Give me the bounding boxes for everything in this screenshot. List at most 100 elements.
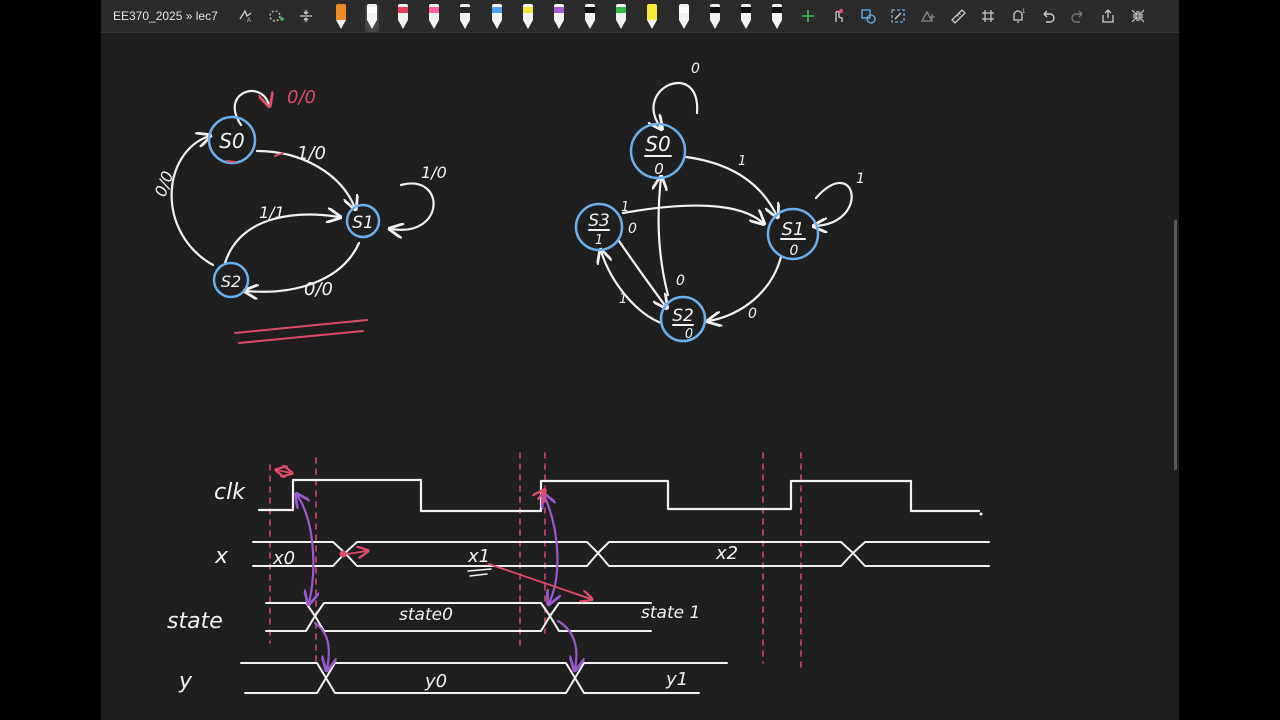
lasso-select-icon[interactable]: A: [235, 5, 257, 27]
state-label: S2: [221, 272, 241, 291]
pen-palette: [325, 0, 793, 32]
dark-pen-icon[interactable]: [458, 4, 472, 32]
edge-label: 0: [628, 221, 637, 237]
state-output: 0: [685, 327, 693, 342]
bus-value: x1: [467, 546, 490, 567]
pink-arrow: [346, 551, 367, 554]
pink-arrow: [488, 563, 591, 599]
state-node: S2: [212, 261, 250, 299]
y-bus: [240, 662, 728, 694]
edge-label: 1: [856, 171, 865, 187]
state-output: 0: [654, 160, 664, 178]
underline: [467, 568, 492, 577]
state-output: 1: [595, 233, 603, 248]
pink-underline: [234, 319, 368, 344]
white-pen-icon[interactable]: [364, 4, 379, 32]
notification-icon[interactable]: 1: [1007, 5, 1029, 27]
blue-pen-icon[interactable]: [490, 4, 504, 32]
state-label: S3: [588, 211, 610, 231]
draw-toolbar: EE370_2025 » lec7 A 1: [101, 0, 1179, 33]
edge-label: 1/0: [297, 143, 326, 164]
touch-write-icon[interactable]: [827, 5, 849, 27]
edge-s1-self: [391, 182, 435, 230]
moore-state-diagram: S0 0 S1 0 S2 0 S3 1 0 1 1 1 0 0 1 0: [574, 61, 865, 343]
state-node: S0 0: [629, 122, 687, 180]
edge-s1-s2: [246, 241, 361, 292]
ruler-icon[interactable]: [947, 5, 969, 27]
state-output: 0: [790, 243, 799, 259]
orange-highlighter-icon[interactable]: [334, 4, 348, 32]
causal-arrow: [297, 495, 313, 603]
pen-dot: [979, 512, 983, 516]
state-node: S1: [345, 203, 381, 239]
causal-arrow: [556, 619, 576, 669]
clk-wave: [257, 478, 981, 513]
state-label: S1: [352, 213, 374, 233]
yellow-highlighter-icon[interactable]: [645, 4, 659, 32]
edge-label: 0/0: [287, 87, 316, 108]
bus-value: y0: [424, 671, 447, 692]
undo-icon[interactable]: [1037, 5, 1059, 27]
state-label: S0: [219, 129, 244, 153]
svg-text:1: 1: [1022, 9, 1026, 15]
breadcrumb[interactable]: EE370_2025 » lec7: [113, 9, 231, 23]
bus-value: y1: [665, 669, 688, 690]
vertical-scrollbar[interactable]: [1174, 220, 1177, 470]
black-pen-4-icon[interactable]: [770, 4, 784, 32]
bus-value: state 1: [641, 603, 700, 623]
timing-diagram: clk x state y x0 x1 x2 state0 state 1 y0…: [167, 452, 990, 694]
edge-label: 0: [676, 273, 685, 289]
shapes-icon[interactable]: [857, 5, 879, 27]
yellow-pen-icon[interactable]: [521, 4, 535, 32]
signal-label: state: [167, 609, 223, 634]
state-label: S1: [782, 219, 805, 240]
gray-pen-icon[interactable]: [677, 4, 691, 32]
pink-dot: [339, 550, 347, 558]
state-bus: [265, 602, 652, 632]
grid-icon[interactable]: [977, 5, 999, 27]
ink-drawing: S0 S1 S2 0/0 1/0 1/0 1/1 0/0 0/0 S0 0 S1…: [151, 61, 990, 694]
black-pen-3-icon[interactable]: [739, 4, 753, 32]
pink-pen-icon[interactable]: [427, 4, 441, 32]
green-pen-icon[interactable]: [614, 4, 628, 32]
svg-text:A: A: [247, 18, 251, 24]
x-bus: [252, 541, 990, 567]
edge-s0-self: [654, 82, 699, 128]
edge-s1-s2: [709, 255, 783, 321]
mealy-state-diagram: S0 S1 S2 0/0 1/0 1/0 1/1 0/0 0/0: [151, 87, 447, 344]
signal-label: x: [214, 544, 229, 569]
state-label: S2: [672, 306, 694, 326]
edge-s2-s0: [170, 136, 213, 267]
note-canvas[interactable]: S0 S1 S2 0/0 1/0 1/0 1/1 0/0 0/0 S0 0 S1…: [101, 33, 1179, 720]
share-icon[interactable]: [1097, 5, 1119, 27]
signal-label: y: [178, 669, 193, 694]
signal-label: clk: [214, 480, 246, 505]
collapse-icon[interactable]: [1127, 5, 1149, 27]
black-pen-2-icon[interactable]: [708, 4, 722, 32]
edge-label: 1: [619, 292, 627, 307]
insert-space-icon[interactable]: [295, 5, 317, 27]
state-label: S0: [645, 132, 670, 156]
add-pen-icon[interactable]: [797, 5, 819, 27]
ink-to-shape-icon[interactable]: [887, 5, 909, 27]
bus-value: x0: [272, 548, 295, 569]
pink-underline: [226, 152, 284, 163]
edge-s0-s1: [684, 155, 777, 216]
redo-icon[interactable]: [1067, 5, 1089, 27]
black-pen-icon[interactable]: [583, 4, 597, 32]
edge-s3-s1: [621, 204, 763, 223]
edge-s2-s0: [659, 178, 670, 297]
edge-label: 1/1: [259, 203, 285, 222]
pink-arrow: [277, 470, 291, 473]
ink-to-math-icon[interactable]: [917, 5, 939, 27]
edge-label: 0: [748, 306, 757, 322]
state-node: S3 1: [574, 202, 624, 252]
edge-s0-self: [233, 89, 269, 127]
bus-value: x2: [715, 543, 738, 564]
bus-value: state0: [399, 605, 453, 625]
state-node: S2 0: [659, 295, 707, 343]
purple-pen-icon[interactable]: [552, 4, 566, 32]
add-space-icon[interactable]: [265, 5, 287, 27]
red-pen-icon[interactable]: [396, 4, 410, 32]
edge-s1-self: [815, 182, 853, 226]
